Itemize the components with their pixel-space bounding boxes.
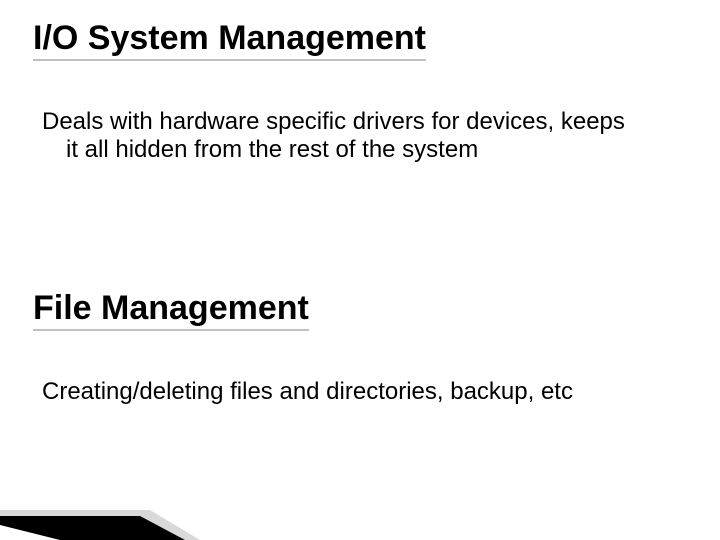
body-text: Creating/deleting files and directories,…: [42, 378, 642, 406]
corner-decoration-icon: [0, 470, 200, 540]
body-io-system-management: Deals with hardware specific drivers for…: [42, 108, 642, 165]
body-file-management: Creating/deleting files and directories,…: [42, 378, 642, 406]
heading-io-system-management: I/O System Management: [33, 20, 426, 57]
body-text: Deals with hardware specific drivers for…: [42, 108, 642, 165]
heading-text: I/O System Management: [33, 19, 426, 61]
heading-text: File Management: [33, 289, 309, 331]
heading-file-management: File Management: [33, 290, 309, 327]
slide: I/O System Management Deals with hardwar…: [0, 0, 720, 540]
